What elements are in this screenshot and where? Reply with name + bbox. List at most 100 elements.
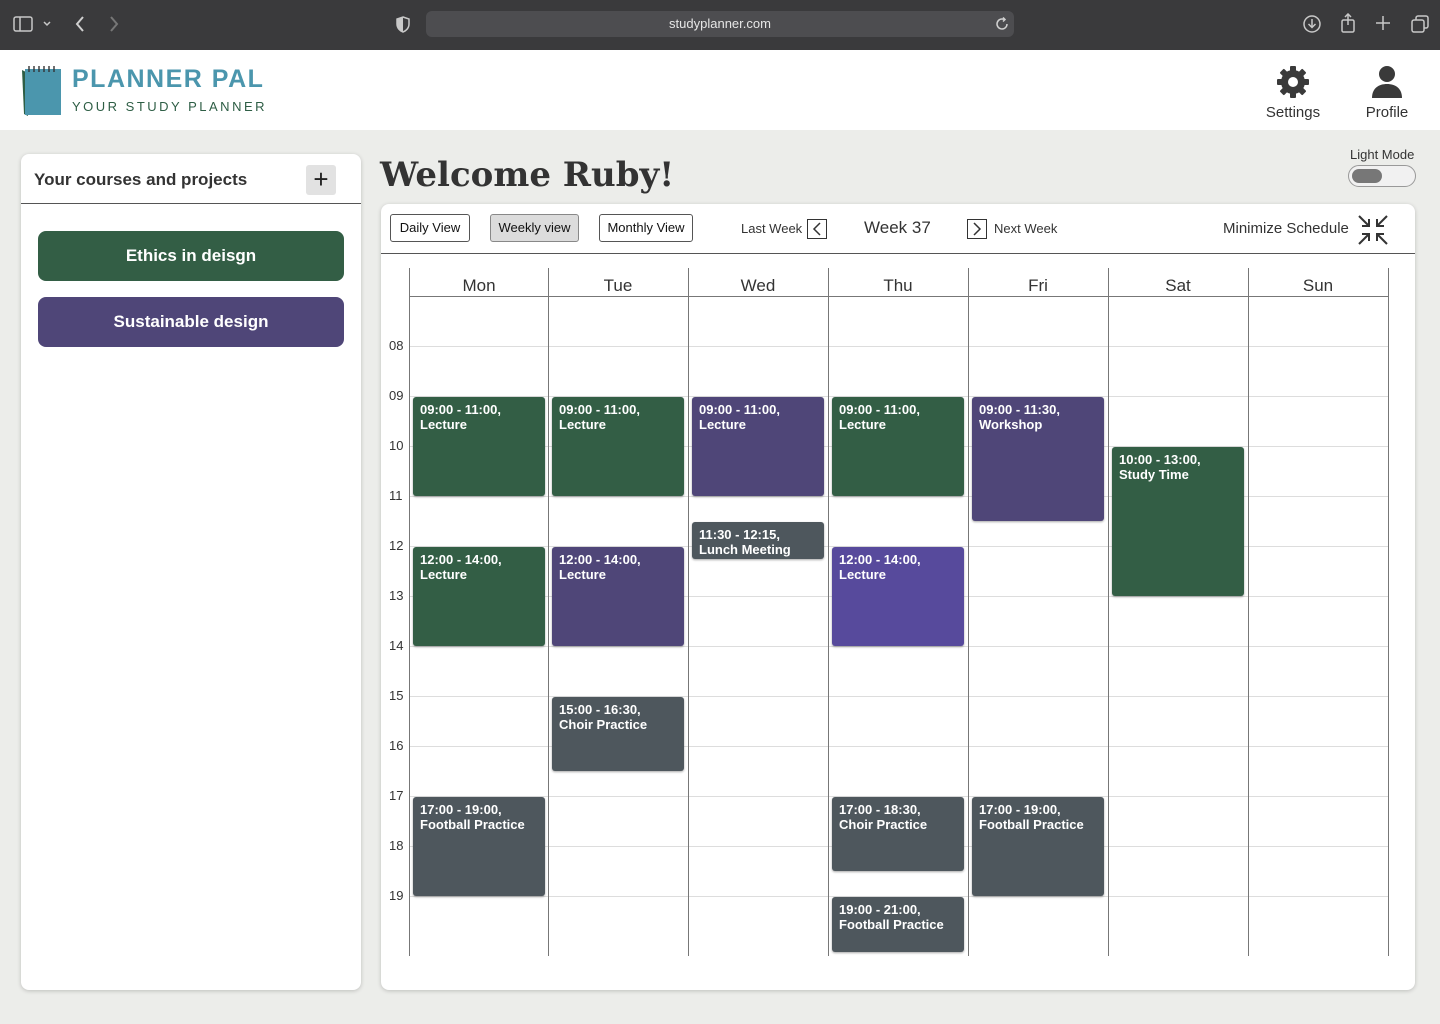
settings-button[interactable]: Settings <box>1253 64 1333 121</box>
reload-icon[interactable] <box>995 16 1009 35</box>
event-title: Football Practice <box>979 817 1084 832</box>
calendar-event[interactable]: 12:00 - 14:00, Lecture <box>413 547 545 646</box>
event-time: 11:30 - 12:15, <box>699 527 780 542</box>
day-column-divider <box>968 268 969 956</box>
share-icon[interactable] <box>1340 12 1356 37</box>
light-mode-toggle[interactable] <box>1348 165 1416 187</box>
daily-view-button[interactable]: Daily View <box>390 214 470 242</box>
sidebar-toggle-icon[interactable] <box>13 16 33 36</box>
minimize-schedule-label[interactable]: Minimize Schedule <box>1223 220 1349 237</box>
hour-label: 19 <box>389 888 404 903</box>
event-time: 10:00 - 13:00, <box>1119 452 1201 467</box>
back-icon[interactable] <box>74 15 86 37</box>
courses-sidebar: Your courses and projects + Ethics in de… <box>21 154 361 990</box>
calendar-event[interactable]: 09:00 - 11:00, Lecture <box>692 397 824 496</box>
event-title: Lecture <box>420 567 467 582</box>
calendar-event[interactable]: 12:00 - 14:00, Lecture <box>552 547 684 646</box>
calendar-event[interactable]: 09:00 - 11:00, Lecture <box>552 397 684 496</box>
event-time: 12:00 - 14:00, <box>559 552 641 567</box>
welcome-heading: Welcome Ruby! <box>380 155 675 195</box>
day-header-sat: Sat <box>1165 276 1191 295</box>
event-time: 15:00 - 16:30, <box>559 702 641 717</box>
forward-icon[interactable] <box>108 15 120 37</box>
calendar-event[interactable]: 11:30 - 12:15, Lunch Meeting <box>692 522 824 559</box>
calendar-event[interactable]: 17:00 - 19:00, Football Practice <box>972 797 1104 896</box>
privacy-shield-icon[interactable] <box>396 16 410 37</box>
day-column-divider <box>409 268 410 956</box>
hour-label: 08 <box>389 338 404 353</box>
minimize-arrows-icon[interactable] <box>1357 214 1389 246</box>
event-title: Lecture <box>839 417 886 432</box>
add-course-button[interactable]: + <box>306 165 336 195</box>
day-column-divider <box>548 268 549 956</box>
hour-label: 15 <box>389 688 404 703</box>
event-title: Lecture <box>699 417 746 432</box>
day-column-divider <box>1248 268 1249 956</box>
calendar-event[interactable]: 09:00 - 11:00, Lecture <box>832 397 964 496</box>
settings-label: Settings <box>1265 104 1321 121</box>
profile-button[interactable]: Profile <box>1347 64 1427 121</box>
chevron-left-icon <box>812 222 821 236</box>
event-title: Lunch Meeting <box>699 542 791 557</box>
calendar-event[interactable]: 19:00 - 21:00, Football Practice <box>832 897 964 952</box>
event-time: 17:00 - 19:00, <box>979 802 1061 817</box>
calendar-event[interactable]: 09:00 - 11:00, Lecture <box>413 397 545 496</box>
new-tab-icon[interactable] <box>1376 16 1390 34</box>
hour-label: 09 <box>389 388 404 403</box>
tab-overview-icon[interactable] <box>1411 15 1429 37</box>
calendar-event[interactable]: 17:00 - 19:00, Football Practice <box>413 797 545 896</box>
event-title: Football Practice <box>420 817 525 832</box>
hour-label: 12 <box>389 538 404 553</box>
sidebar-header: Your courses and projects + <box>21 154 361 204</box>
hour-gridline <box>409 346 1389 347</box>
course-button-sustainable[interactable]: Sustainable design <box>38 297 344 347</box>
calendar-event[interactable]: 12:00 - 14:00, Lecture <box>832 547 964 646</box>
event-title: Study Time <box>1119 467 1189 482</box>
event-time: 12:00 - 14:00, <box>839 552 921 567</box>
app-logo-subtitle: YOUR STUDY PLANNER <box>72 99 268 114</box>
hour-label: 17 <box>389 788 404 803</box>
calendar-event[interactable]: 15:00 - 16:30, Choir Practice <box>552 697 684 771</box>
day-column-divider <box>1108 268 1109 956</box>
day-column-divider <box>688 268 689 956</box>
profile-label: Profile <box>1365 104 1409 121</box>
event-title: Lecture <box>839 567 886 582</box>
weekly-view-button[interactable]: Weekly view <box>490 214 579 242</box>
sidebar-title: Your courses and projects <box>34 170 248 189</box>
event-time: 09:00 - 11:00, <box>559 402 640 417</box>
day-header-mon: Mon <box>462 276 496 295</box>
chevron-down-icon[interactable] <box>42 17 52 33</box>
url-text: studyplanner.com <box>669 16 771 31</box>
calendar-event[interactable]: 10:00 - 13:00, Study Time <box>1112 447 1244 596</box>
monthly-view-button[interactable]: Monthly View <box>599 214 693 242</box>
download-icon[interactable] <box>1303 15 1321 37</box>
hour-label: 10 <box>389 438 404 453</box>
app-header: PLANNER PAL YOUR STUDY PLANNER Settings … <box>0 50 1440 130</box>
event-time: 12:00 - 14:00, <box>420 552 502 567</box>
course-button-ethics[interactable]: Ethics in deisgn <box>38 231 344 281</box>
calendar-event[interactable]: 09:00 - 11:30, Workshop <box>972 397 1104 521</box>
app-logo-title: PLANNER PAL <box>72 65 265 93</box>
day-header-thu: Thu <box>883 276 913 295</box>
notepad-logo-icon <box>22 66 61 116</box>
next-week-button[interactable] <box>967 219 987 239</box>
event-title: Choir Practice <box>839 817 928 832</box>
prev-week-button[interactable] <box>807 219 827 239</box>
event-title: Lecture <box>420 417 467 432</box>
calendar-card: Daily View Weekly view Monthly View Last… <box>381 204 1415 990</box>
hour-gridline <box>409 646 1389 647</box>
hour-label: 13 <box>389 588 404 603</box>
hour-label: 14 <box>389 638 404 653</box>
day-header-sun: Sun <box>1302 276 1334 295</box>
event-title: Lecture <box>559 417 606 432</box>
event-title: Choir Practice <box>559 717 648 732</box>
day-header-wed: Wed <box>740 276 776 295</box>
next-week-label[interactable]: Next Week <box>994 221 1057 236</box>
chevron-right-icon <box>973 222 982 236</box>
address-bar[interactable]: studyplanner.com <box>426 11 1014 37</box>
event-time: 17:00 - 18:30, <box>839 802 921 817</box>
calendar-event[interactable]: 17:00 - 18:30, Choir Practice <box>832 797 964 871</box>
last-week-label[interactable]: Last Week <box>741 221 802 236</box>
event-title: Workshop <box>979 417 1043 432</box>
day-column-divider <box>1388 268 1389 956</box>
